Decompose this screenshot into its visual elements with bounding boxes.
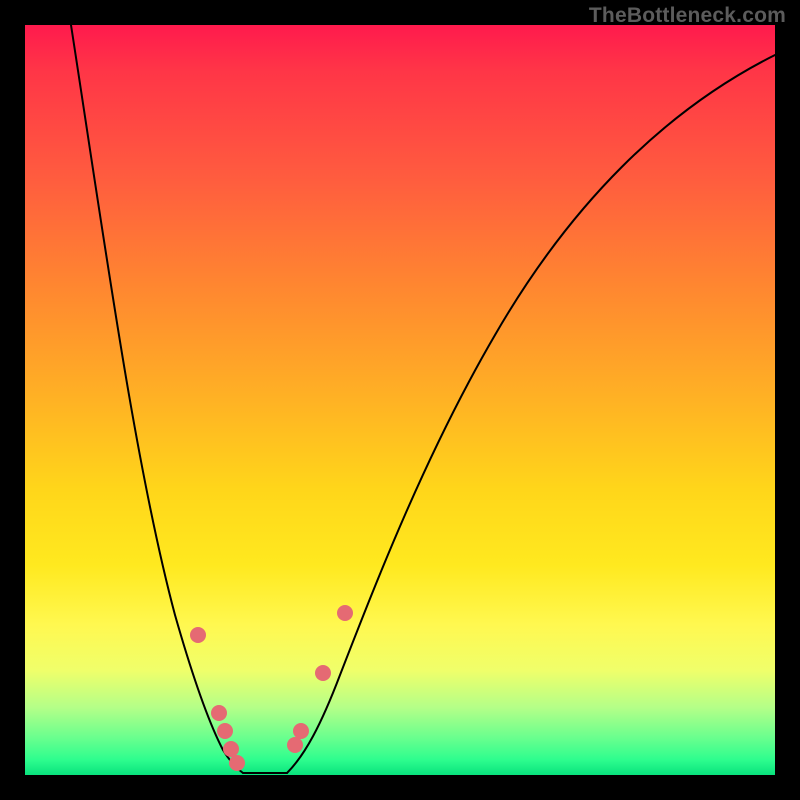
marker-dot xyxy=(315,665,331,681)
marker-pill xyxy=(351,555,367,597)
marker-dot xyxy=(229,755,245,771)
marker-pill xyxy=(326,623,341,665)
marker-dot xyxy=(293,723,309,739)
bottleneck-curve xyxy=(25,25,775,775)
marker-pill xyxy=(204,657,215,697)
curve-left-arm xyxy=(71,25,243,773)
marker-dot xyxy=(337,605,353,621)
marker-pill xyxy=(184,571,194,616)
marker-dot xyxy=(287,737,303,753)
watermark-text: TheBottleneck.com xyxy=(589,4,786,28)
chart-plot-area xyxy=(25,25,775,775)
marker-dot xyxy=(190,627,206,643)
marker-layer xyxy=(184,555,367,773)
marker-pill xyxy=(307,681,320,715)
marker-dot xyxy=(223,741,239,757)
curve-right-arm xyxy=(287,55,775,773)
marker-dot xyxy=(217,723,233,739)
marker-dot xyxy=(211,705,227,721)
